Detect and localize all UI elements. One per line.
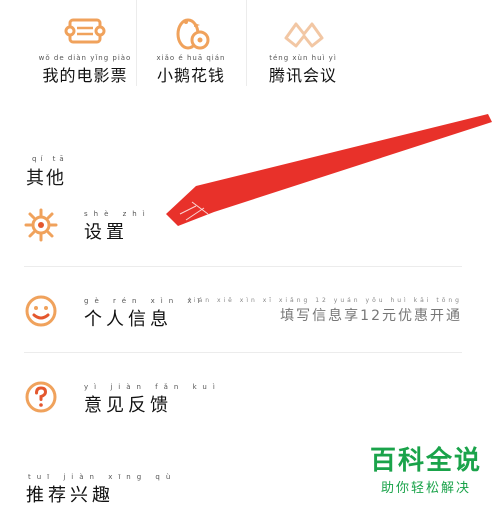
watermark-logo: 百科全说 助你轻松解决 <box>370 440 482 496</box>
annotation-arrow <box>166 114 492 226</box>
watermark-title: 百科全说 <box>369 446 482 476</box>
watermark-subtitle: 助你轻松解决 <box>380 481 471 496</box>
